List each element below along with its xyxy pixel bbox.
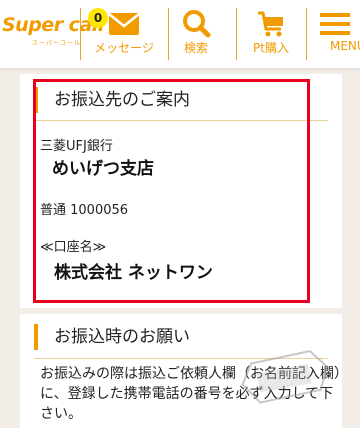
body-line: さい。 <box>40 406 82 422</box>
hamburger-menu-icon <box>320 13 350 35</box>
transfer-request-heading: お振込時のお願い <box>54 327 190 347</box>
nav-divider <box>306 8 307 60</box>
nav-messages-label: メッセージ <box>94 41 154 55</box>
shopping-cart-icon <box>258 11 283 37</box>
logo-subtext: スーパーコール <box>32 40 81 47</box>
nav-search-label: 検索 <box>183 41 208 55</box>
app-header: Super call スーパーコール メッセージ 0 検索 Pt購入 MEN <box>0 0 360 69</box>
nav-menu[interactable]: MENU <box>312 6 360 62</box>
nav-menu-label: MENU <box>330 39 360 53</box>
highlight-frame <box>33 79 310 303</box>
nav-search[interactable]: 検索 <box>170 6 222 62</box>
heading-accent-bar <box>34 324 38 350</box>
nav-divider <box>80 8 81 60</box>
nav-divider <box>168 8 169 60</box>
nav-pt-purchase-label: Pt購入 <box>253 41 289 55</box>
unread-count-badge: 0 <box>88 8 108 28</box>
supercall-logo[interactable]: Super call スーパーコール <box>2 14 104 50</box>
envelope-icon <box>108 13 140 35</box>
search-icon <box>183 10 211 38</box>
nav-pt-purchase[interactable]: Pt購入 <box>238 6 304 62</box>
nav-divider <box>236 8 237 60</box>
